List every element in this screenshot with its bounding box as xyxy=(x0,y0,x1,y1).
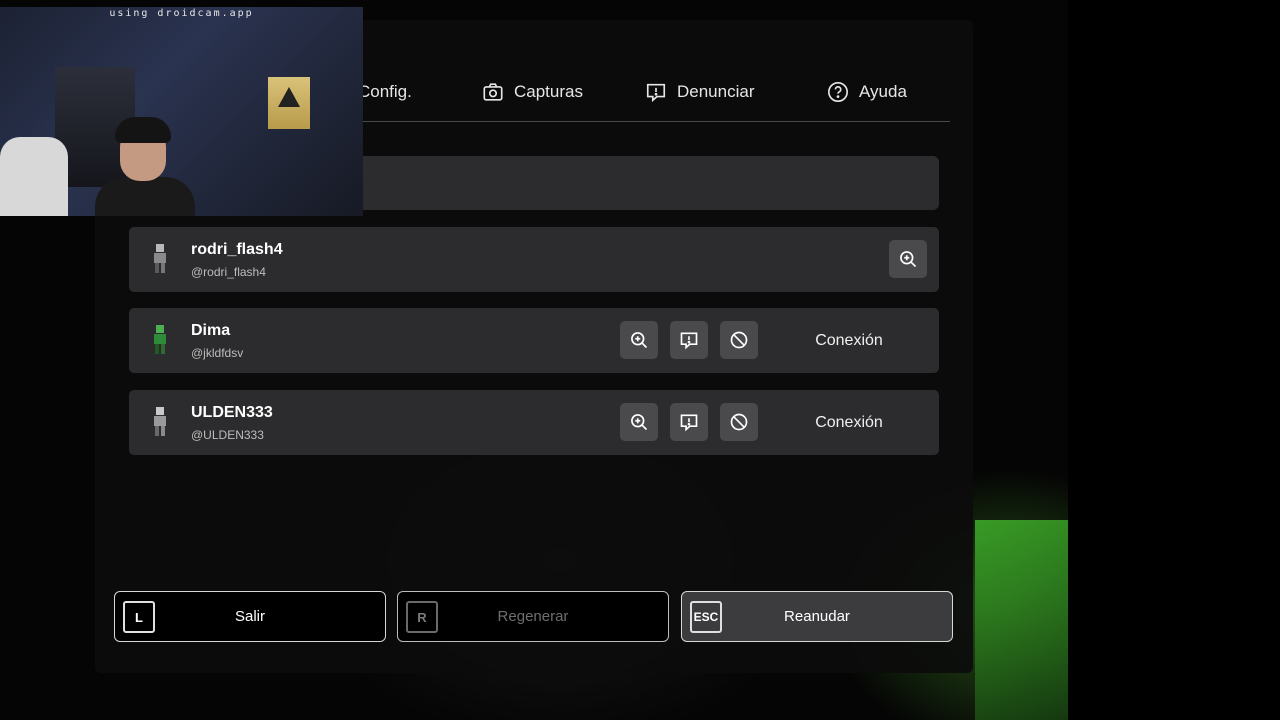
keycap-l: L xyxy=(123,601,155,633)
tab-help[interactable]: Ayuda xyxy=(827,72,907,112)
view-profile-button[interactable] xyxy=(620,403,658,441)
tab-settings[interactable]: Config. xyxy=(358,72,412,112)
player-row: ULDEN333 @ULDEN333 Conexión xyxy=(129,390,939,455)
camera-icon xyxy=(483,83,503,101)
resume-label: Reanudar xyxy=(784,608,850,625)
player-avatar xyxy=(154,325,166,354)
player-handle: @rodri_flash4 xyxy=(191,265,266,279)
leave-label: Salir xyxy=(234,608,265,625)
player-handle: @jkldfdsv xyxy=(191,346,244,360)
player-name: ULDEN333 xyxy=(191,404,273,421)
webcam-person-left xyxy=(0,137,68,216)
keycap-r: R xyxy=(406,601,438,633)
report-icon xyxy=(646,83,666,103)
webcam-warning-poster xyxy=(268,77,310,129)
connection-button[interactable]: Conexión xyxy=(759,390,939,455)
report-icon xyxy=(680,332,698,350)
tab-report[interactable]: Denunciar xyxy=(645,72,755,112)
player-row: Dima @jkldfdsv Conexión xyxy=(129,308,939,373)
grass-block xyxy=(975,520,1068,720)
tab-label: Denunciar xyxy=(677,82,755,101)
tab-divider xyxy=(362,121,950,122)
player-name: Dima xyxy=(191,322,231,339)
letterbox-right xyxy=(1068,0,1280,720)
tab-label: Capturas xyxy=(514,82,583,101)
leave-button[interactable]: L Salir xyxy=(114,591,386,642)
block-icon xyxy=(730,331,748,349)
tab-label: Config. xyxy=(358,82,412,101)
player-avatar xyxy=(154,407,166,436)
view-profile-button[interactable] xyxy=(889,240,927,278)
block-player-button[interactable] xyxy=(720,321,758,359)
player-row: rodri_flash4 @rodri_flash4 xyxy=(129,227,939,292)
zoom-in-icon xyxy=(900,251,917,268)
block-icon xyxy=(730,413,748,431)
respawn-button[interactable]: R Regenerar xyxy=(397,591,669,642)
zoom-in-icon xyxy=(631,332,648,349)
report-player-button[interactable] xyxy=(670,403,708,441)
keycap-esc: ESC xyxy=(690,601,722,633)
player-name: rodri_flash4 xyxy=(191,241,283,258)
help-icon xyxy=(828,82,848,102)
zoom-in-icon xyxy=(631,414,648,431)
player-handle: @ULDEN333 xyxy=(191,428,264,442)
resume-button[interactable]: ESC Reanudar xyxy=(681,591,953,642)
webcam-caption: using droidcam.app xyxy=(109,8,254,19)
view-profile-button[interactable] xyxy=(620,321,658,359)
block-player-button[interactable] xyxy=(720,403,758,441)
connection-button[interactable]: Conexión xyxy=(759,308,939,373)
respawn-label: Regenerar xyxy=(497,608,569,625)
tab-captures[interactable]: Capturas xyxy=(482,72,583,112)
webcam-overlay: using droidcam.app xyxy=(0,7,363,216)
tab-label: Ayuda xyxy=(859,82,907,101)
player-avatar xyxy=(154,244,166,273)
webcam-person xyxy=(95,117,195,216)
report-player-button[interactable] xyxy=(670,321,708,359)
report-icon xyxy=(680,414,698,432)
